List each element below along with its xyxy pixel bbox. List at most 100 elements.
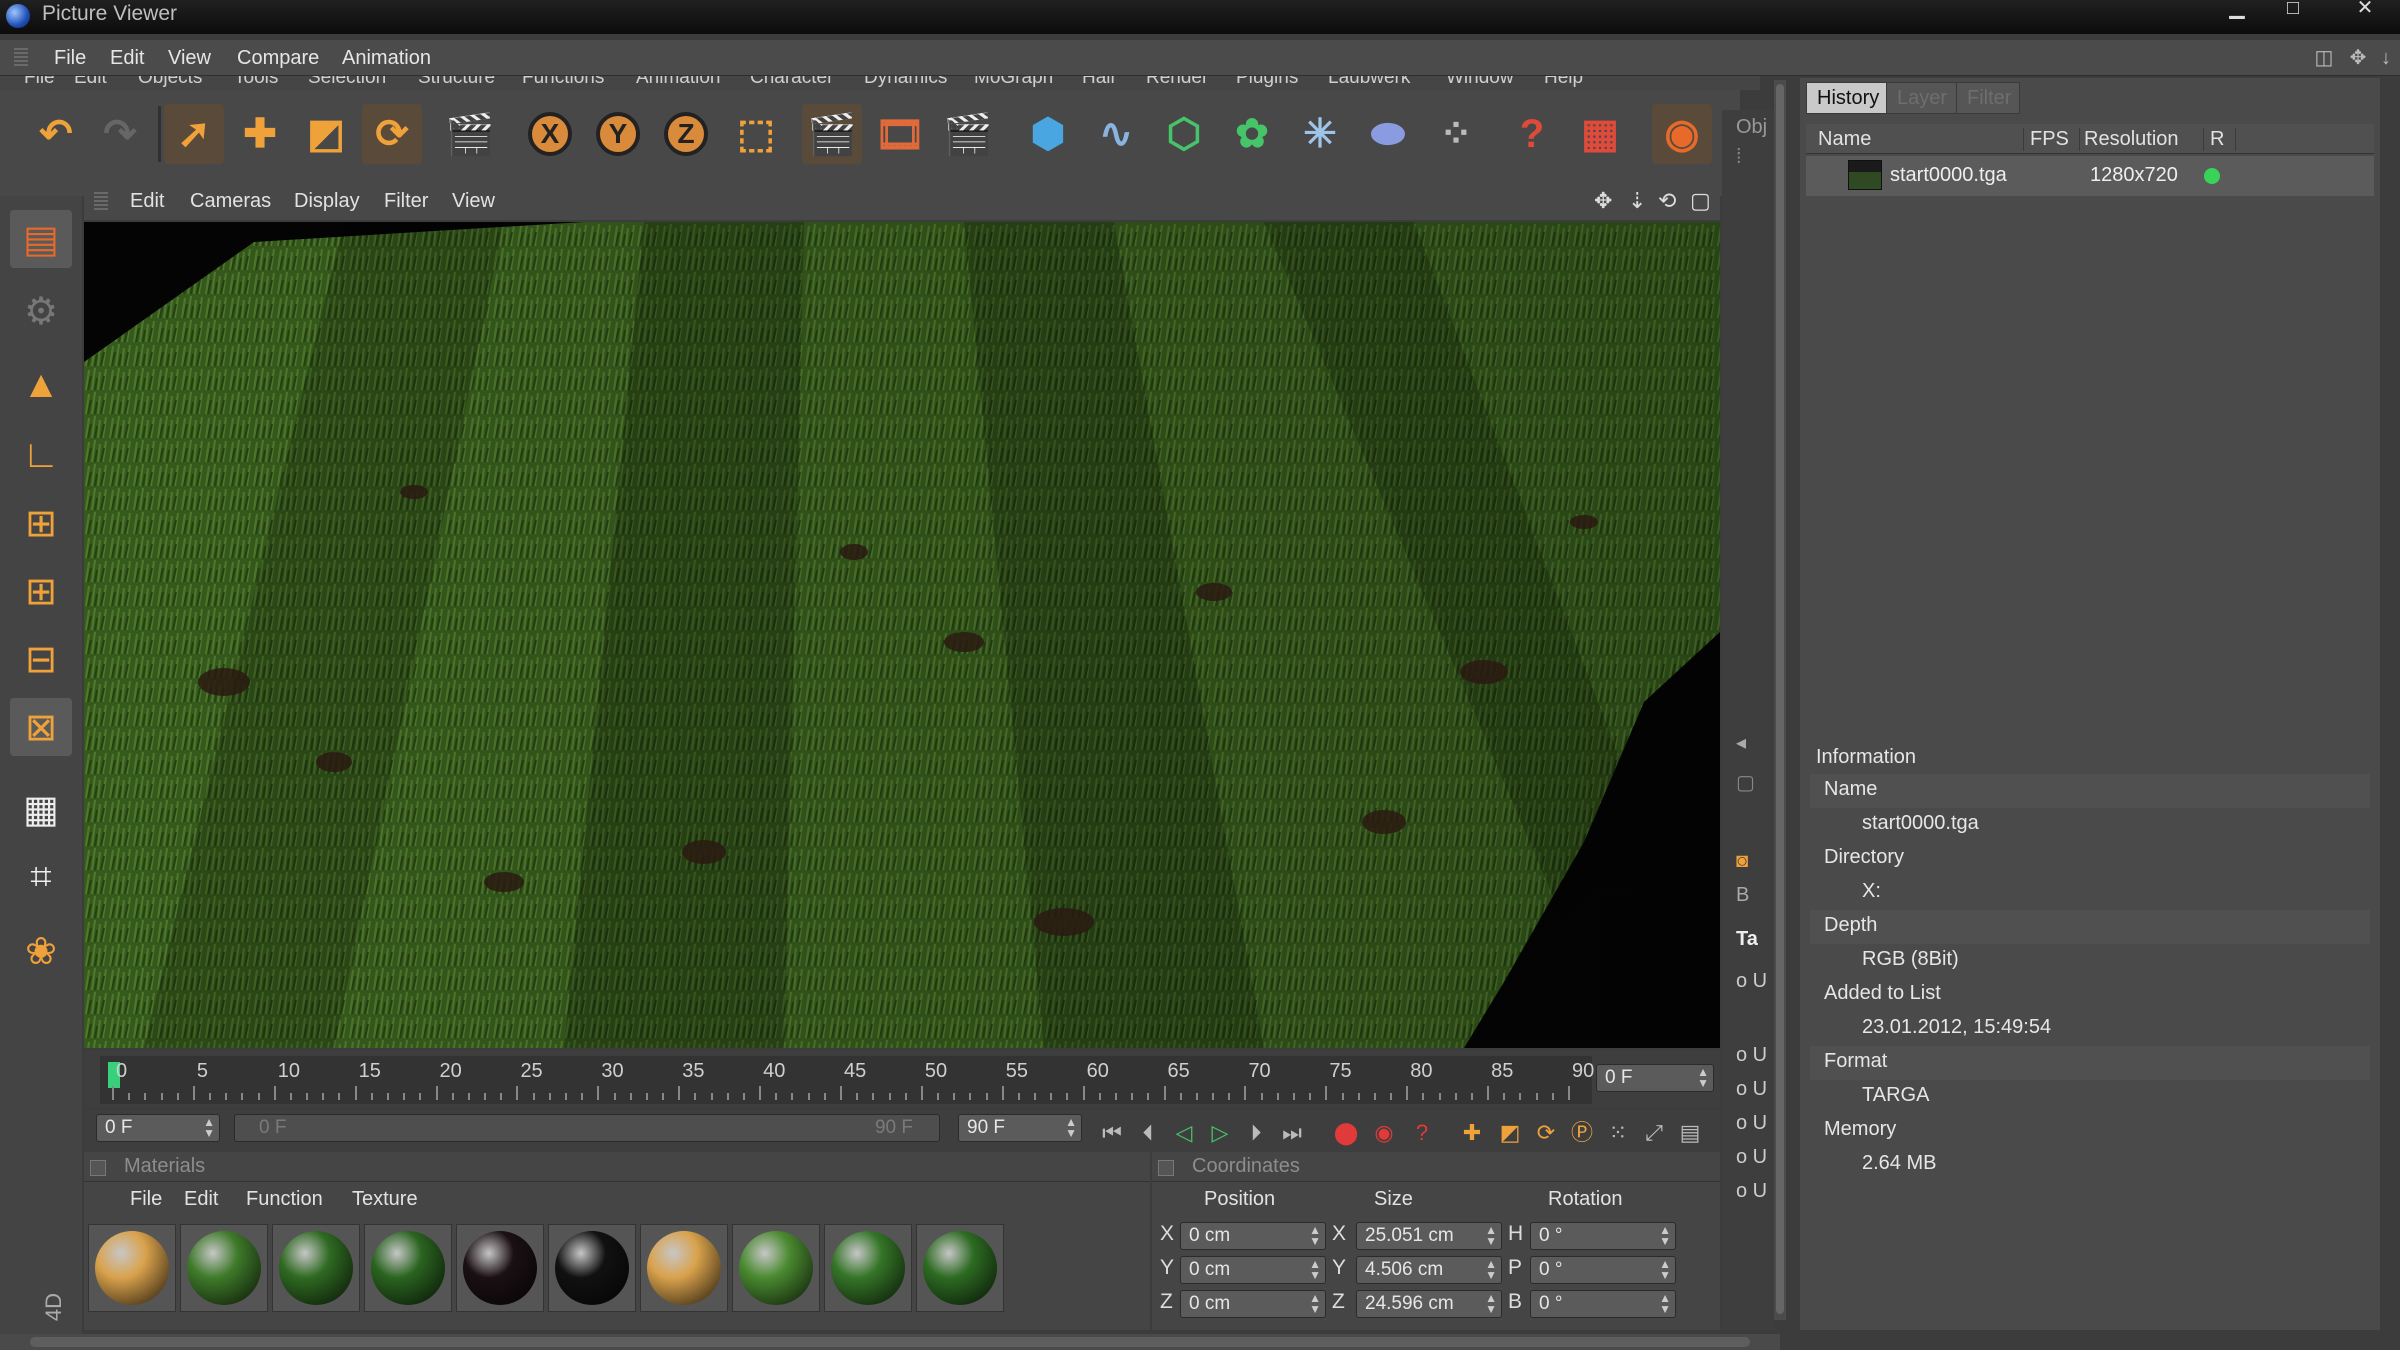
key-pla-icon[interactable]: ⁙	[1602, 1118, 1634, 1148]
undo-icon[interactable]: ↶	[26, 104, 86, 164]
size-field[interactable]: 4.506 cm ▲ ▼	[1356, 1256, 1502, 1284]
material-swatch[interactable]	[640, 1224, 728, 1312]
scrollbar-thumb[interactable]	[1776, 84, 1784, 1314]
move-icon[interactable]: ✥	[2346, 46, 2370, 70]
texture-mode-icon[interactable]: ⊞	[10, 494, 72, 552]
position-field[interactable]: 0 cm ▲ ▼	[1180, 1290, 1326, 1318]
web-globe-icon[interactable]: ◉	[1652, 104, 1712, 164]
keyframe-selection-icon[interactable]: ?	[1406, 1118, 1438, 1148]
record-keys-icon[interactable]: ⬤	[1330, 1118, 1362, 1148]
help-cursor-icon[interactable]: ?	[1502, 104, 1562, 164]
polygons-mode-icon[interactable]: ⊠	[10, 698, 72, 756]
tab-layer[interactable]: Layer	[1886, 82, 1959, 114]
timeline-help-icon[interactable]: ▦	[1570, 104, 1630, 164]
close-icon[interactable]: ✕	[2340, 0, 2390, 20]
scene-object-icon[interactable]: ⬬	[1358, 104, 1418, 164]
materials-menu-function[interactable]: Function	[246, 1188, 323, 1211]
stepper-icon[interactable]: ▲ ▼	[1697, 1066, 1709, 1089]
size-field[interactable]: 24.596 cm ▲ ▼	[1356, 1290, 1502, 1318]
key-rotation-icon[interactable]: ⟳	[1530, 1118, 1562, 1148]
orbit-icon[interactable]: ⟲	[1658, 188, 1676, 214]
materials-menu-edit[interactable]: Edit	[184, 1188, 218, 1211]
menu-compare[interactable]: Compare	[237, 47, 319, 70]
main-menu-functions[interactable]: Functions	[522, 76, 604, 89]
vertical-scrollbar[interactable]	[1774, 80, 1786, 1320]
timeline-window-icon[interactable]: ▤	[1674, 1118, 1706, 1148]
material-swatch[interactable]	[272, 1224, 360, 1312]
panel-layout-icon[interactable]: ◫	[2312, 46, 2336, 70]
menu-edit[interactable]: Edit	[110, 47, 144, 70]
stepper-icon[interactable]: ▲ ▼	[1309, 1224, 1321, 1247]
stepper-icon[interactable]: ▲ ▼	[1485, 1258, 1497, 1281]
column-fps[interactable]: FPS	[2030, 128, 2080, 151]
move-tool-icon[interactable]: ✚	[230, 104, 290, 164]
menu-view[interactable]: View	[168, 47, 211, 70]
main-menu-dynamics[interactable]: Dynamics	[864, 76, 947, 89]
viewport-menu-edit[interactable]: Edit	[130, 190, 164, 213]
edges-mode-icon[interactable]: ⊟	[10, 630, 72, 688]
recent-tools-icon[interactable]: 🎬	[440, 104, 500, 164]
position-field[interactable]: 0 cm ▲ ▼	[1180, 1222, 1326, 1250]
main-menu-mograph[interactable]: MoGraph	[974, 76, 1053, 89]
main-menu-render[interactable]: Render	[1146, 76, 1208, 89]
bookmark-icon[interactable]: B	[1736, 884, 1749, 907]
make-editable-icon[interactable]: ⚙	[10, 282, 72, 340]
stepper-icon[interactable]: ▲ ▼	[1485, 1224, 1497, 1247]
main-menu-animation[interactable]: Animation	[636, 76, 721, 89]
key-position-icon[interactable]: ✚	[1456, 1118, 1488, 1148]
checker-icon[interactable]: ▦	[10, 780, 72, 838]
deformer-icon[interactable]: ✳	[1290, 104, 1350, 164]
main-menu-character[interactable]: Character	[750, 76, 833, 89]
scale-tool-icon[interactable]: ◩	[296, 104, 356, 164]
minimize-icon[interactable]: ▁	[2212, 0, 2262, 20]
generator-icon[interactable]: ⬡	[1154, 104, 1214, 164]
cube-primitive-icon[interactable]: ⬢	[1018, 104, 1078, 164]
y-axis-lock-button[interactable]: Y	[588, 104, 648, 164]
menu-animation[interactable]: Animation	[342, 47, 431, 70]
column-name[interactable]: Name	[1818, 128, 2024, 151]
maximize-icon[interactable]: □	[2268, 0, 2318, 20]
tab-filter[interactable]: Filter	[1956, 82, 2020, 114]
stepper-icon[interactable]: ▲ ▼	[1659, 1224, 1671, 1247]
stepper-icon[interactable]: ▲ ▼	[1659, 1292, 1671, 1315]
materials-panel-checkbox[interactable]	[90, 1160, 106, 1176]
sculpt-icon[interactable]: ❀	[10, 922, 72, 980]
stepper-icon[interactable]: ▲ ▼	[203, 1116, 215, 1139]
stepper-icon[interactable]: ▲ ▼	[1485, 1292, 1497, 1315]
materials-menu-texture[interactable]: Texture	[352, 1188, 418, 1211]
horizontal-scrollbar-thumb[interactable]	[30, 1337, 1750, 1347]
viewport-menu-cameras[interactable]: Cameras	[190, 190, 271, 213]
size-field[interactable]: 25.051 cm ▲ ▼	[1356, 1222, 1502, 1250]
object-axis-icon[interactable]: ∟	[10, 426, 72, 484]
timeline-ruler[interactable]: 0 5 10 15 20 25 30 35 40 45 50 55 60 65 70 75 80 85 90	[100, 1056, 1594, 1104]
layout-icon[interactable]: ▤	[10, 210, 72, 268]
viewport-menu-filter[interactable]: Filter	[384, 190, 428, 213]
coordinate-system-icon[interactable]: ⬚	[726, 104, 786, 164]
tab-history[interactable]: History	[1806, 82, 1891, 114]
go-to-end-icon[interactable]: ⏭	[1276, 1118, 1308, 1148]
main-menu-objects[interactable]: Objects	[138, 76, 202, 89]
main-menu-plugins[interactable]: Plugins	[1236, 76, 1298, 89]
rotation-field[interactable]: 0 ° ▲ ▼	[1530, 1222, 1676, 1250]
camera-tag-icon[interactable]: ◙	[1736, 850, 1748, 873]
previous-frame-icon[interactable]: ⏴	[1132, 1118, 1164, 1148]
material-swatch[interactable]	[732, 1224, 820, 1312]
maximize-viewport-icon[interactable]: ▢	[1690, 188, 1711, 214]
material-swatch[interactable]	[456, 1224, 544, 1312]
stepper-icon[interactable]: ▲ ▼	[1065, 1116, 1077, 1139]
column-resolution[interactable]: Resolution	[2084, 128, 2204, 151]
render-view-icon[interactable]: 🎬	[802, 104, 862, 164]
frame-range-slider[interactable]: 0 F 90 F	[234, 1114, 940, 1142]
main-menu-window[interactable]: Window	[1446, 76, 1514, 89]
z-axis-lock-button[interactable]: Z	[656, 104, 716, 164]
main-menu-laubwerk[interactable]: Laubwerk	[1328, 76, 1410, 89]
mograph-cloner-icon[interactable]: ✿	[1222, 104, 1282, 164]
zoom-icon[interactable]: ⇣	[1628, 188, 1646, 214]
stepper-icon[interactable]: ▲ ▼	[1659, 1258, 1671, 1281]
material-swatch[interactable]	[916, 1224, 1004, 1312]
history-row[interactable]: start0000.tga 1280x720	[1806, 156, 2374, 196]
rotation-field[interactable]: 0 ° ▲ ▼	[1530, 1290, 1676, 1318]
x-axis-lock-button[interactable]: X	[520, 104, 580, 164]
layer-icon[interactable]: ▢	[1736, 770, 1755, 795]
main-menu-structure[interactable]: Structure	[418, 76, 495, 89]
